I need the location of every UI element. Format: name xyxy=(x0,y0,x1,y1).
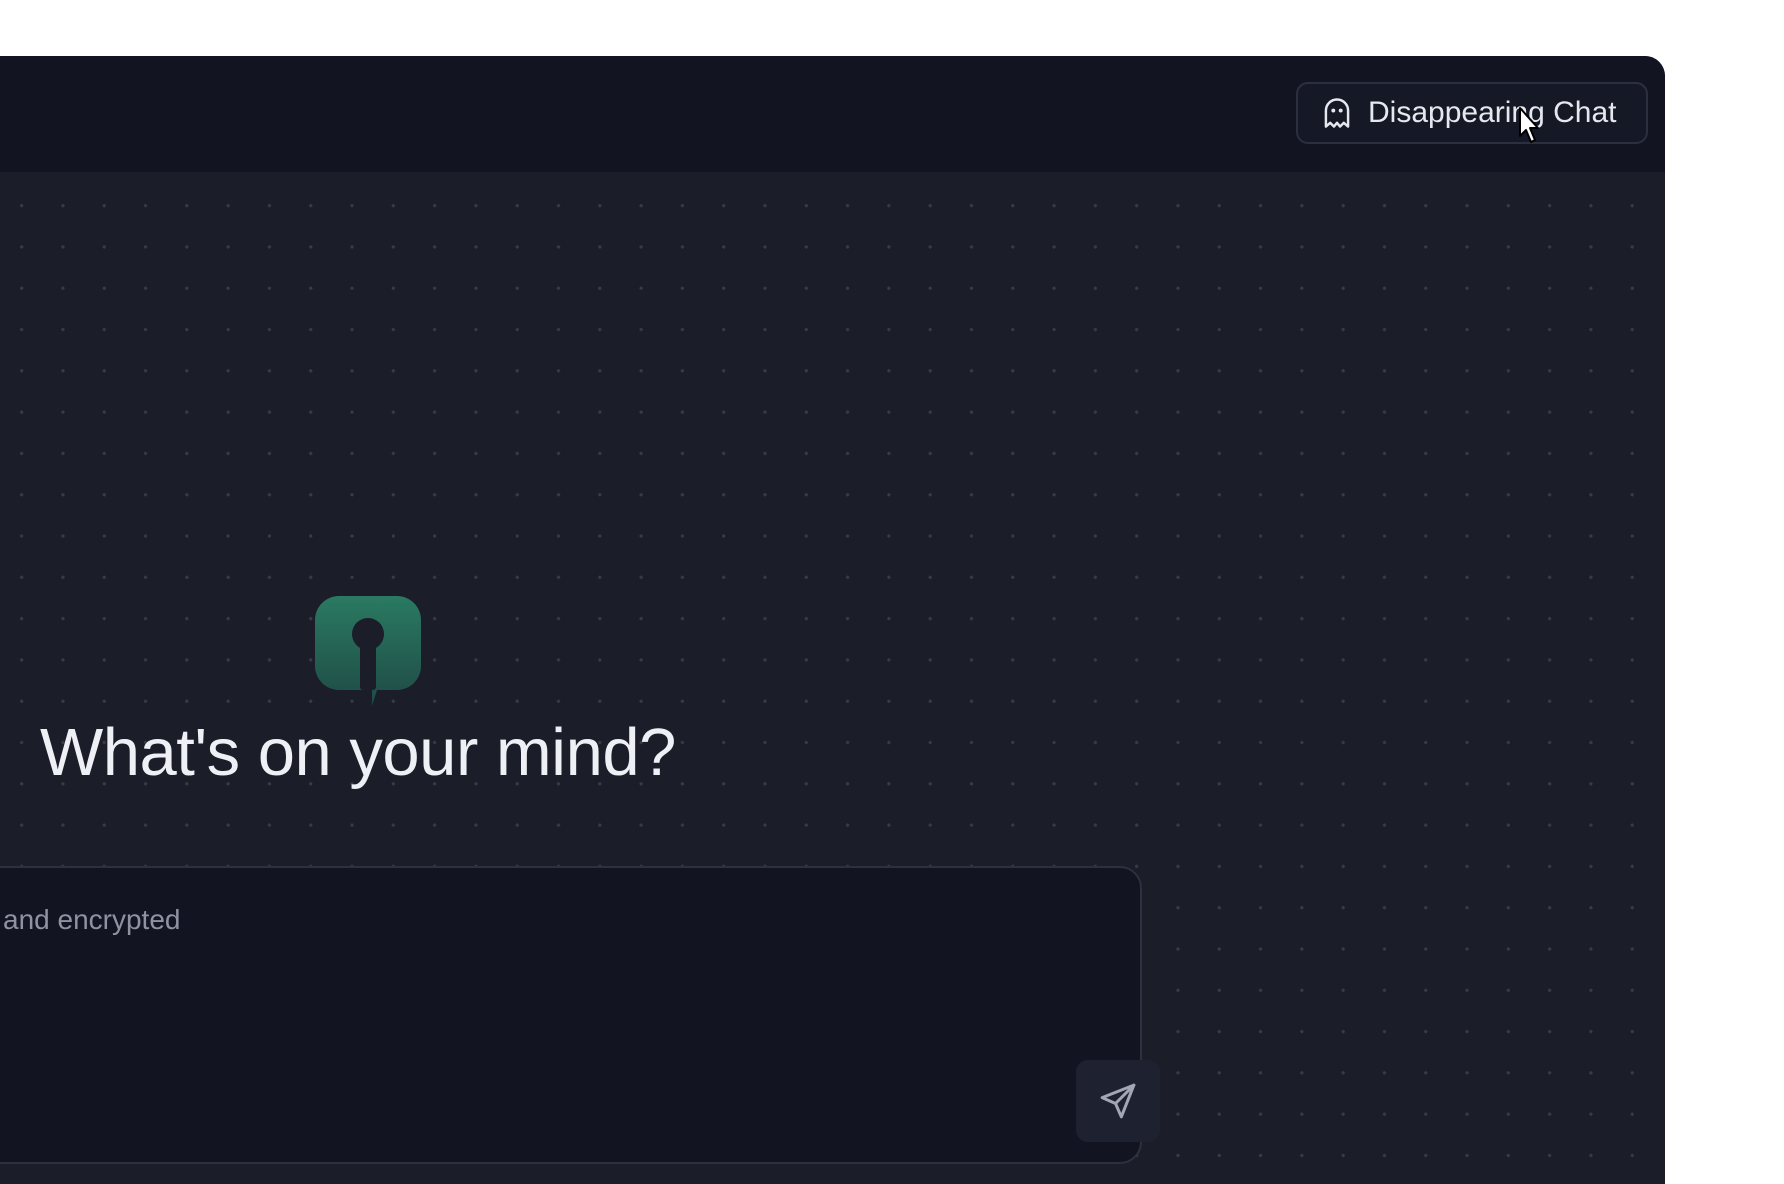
message-placeholder: and encrypted xyxy=(3,904,181,935)
top-bar: Disappearing Chat xyxy=(0,56,1665,172)
message-composer: and encrypted xyxy=(0,866,1142,1164)
send-icon xyxy=(1098,1081,1138,1121)
ghost-icon xyxy=(1322,97,1352,129)
keyhole-chat-logo xyxy=(315,596,421,706)
disappearing-chat-label: Disappearing Chat xyxy=(1368,96,1617,129)
page-headline: What's on your mind? xyxy=(40,715,676,790)
disappearing-chat-button[interactable]: Disappearing Chat xyxy=(1296,82,1648,144)
send-button[interactable] xyxy=(1076,1060,1160,1142)
message-input[interactable] xyxy=(0,868,962,1068)
